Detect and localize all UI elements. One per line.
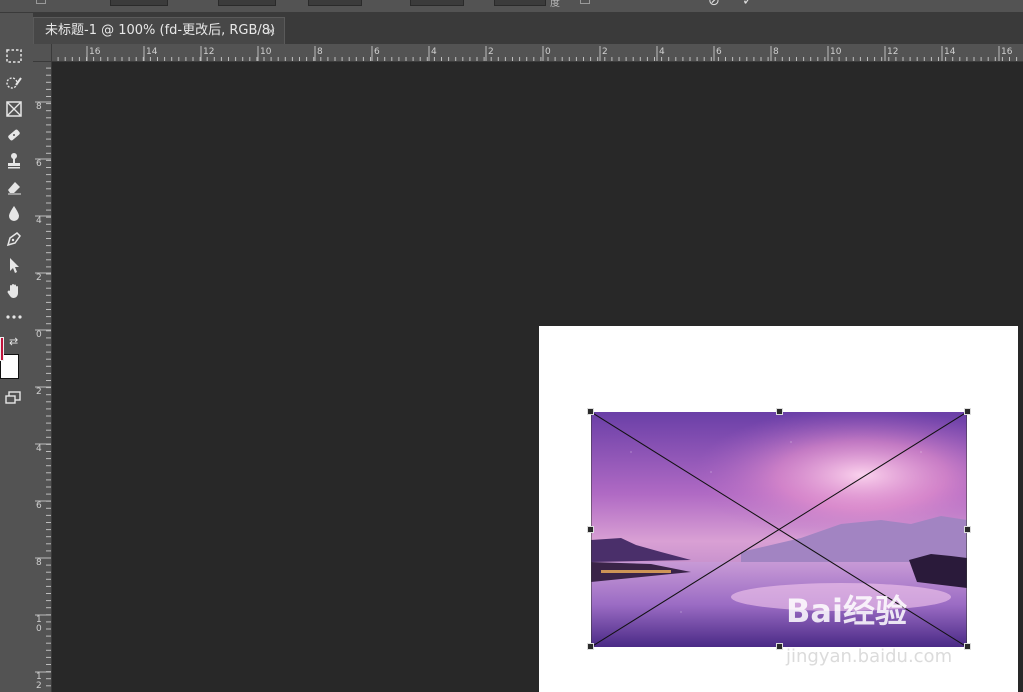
ruler-label: 4 xyxy=(431,47,437,57)
frame-icon[interactable] xyxy=(2,98,26,120)
ruler-label: 14 xyxy=(944,47,956,57)
transform-handle-top-left[interactable] xyxy=(587,408,594,415)
height-field[interactable] xyxy=(410,0,464,6)
ruler-label: 8 xyxy=(36,102,42,112)
transform-handle-right[interactable] xyxy=(964,526,971,533)
ruler-label: 12 xyxy=(36,672,42,691)
tools-panel: ⇄ xyxy=(0,13,34,692)
pen-icon[interactable] xyxy=(2,228,26,250)
transform-handle-top[interactable] xyxy=(776,408,783,415)
ruler-label: 6 xyxy=(36,501,42,511)
horizontal-ruler[interactable] xyxy=(51,44,1023,62)
watermark-logo: Bai经验 xyxy=(786,592,907,630)
ruler-label: 10 xyxy=(36,615,42,634)
path-select-icon[interactable] xyxy=(2,254,26,276)
ruler-label: 8 xyxy=(773,47,779,57)
ruler-label: 16 xyxy=(89,47,101,57)
rect-marquee-icon[interactable] xyxy=(2,45,26,67)
commit-transform-icon[interactable]: ✓ xyxy=(742,0,754,8)
transform-handle-bottom[interactable] xyxy=(776,643,783,650)
ruler-label: 4 xyxy=(36,216,42,226)
rotate-field[interactable] xyxy=(494,0,546,6)
healing-brush-icon[interactable] xyxy=(2,124,26,146)
options-bar: 度 ⌒ ⊘ ✓ xyxy=(0,0,1023,13)
quick-select-icon[interactable] xyxy=(2,72,26,94)
foreground-color-swatch[interactable] xyxy=(0,337,4,361)
ruler-label: 6 xyxy=(374,47,380,57)
x-field[interactable] xyxy=(110,0,168,6)
ruler-label: 16 xyxy=(1001,47,1013,57)
option-checkbox[interactable] xyxy=(36,0,46,4)
document-tab[interactable]: 未标题-1 @ 100% (fd-更改后, RGB/8) * × xyxy=(33,17,285,64)
y-field[interactable] xyxy=(218,0,276,6)
ruler-label: 8 xyxy=(317,47,323,57)
ruler-label: 2 xyxy=(36,273,42,283)
width-field[interactable] xyxy=(308,0,362,6)
ruler-origin[interactable] xyxy=(33,44,52,62)
ruler-label: 0 xyxy=(545,47,551,57)
ruler-label: 6 xyxy=(36,159,42,169)
degree-label: 度 xyxy=(550,0,560,9)
ruler-label: 12 xyxy=(887,47,899,57)
transform-handle-left[interactable] xyxy=(587,526,594,533)
transform-handle-bottom-left[interactable] xyxy=(587,643,594,650)
ruler-label: 14 xyxy=(146,47,158,57)
ruler-label: 2 xyxy=(36,387,42,397)
ruler-label: 8 xyxy=(36,558,42,568)
transform-handle-top-right[interactable] xyxy=(964,408,971,415)
blur-icon[interactable] xyxy=(2,202,26,224)
ruler-label: 10 xyxy=(830,47,842,57)
clone-stamp-icon[interactable] xyxy=(2,150,26,172)
document-tab-bar: 未标题-1 @ 100% (fd-更改后, RGB/8) * × xyxy=(33,13,1023,64)
warp-icon[interactable]: ⌒ xyxy=(668,0,682,8)
cancel-transform-icon[interactable]: ⊘ xyxy=(708,0,720,8)
ruler-label: 12 xyxy=(203,47,215,57)
close-tab-icon[interactable]: × xyxy=(266,18,276,44)
eraser-icon[interactable] xyxy=(2,176,26,198)
watermark-url: jingyan.baidu.com xyxy=(786,646,953,667)
placed-photo[interactable] xyxy=(591,412,967,647)
screen-mode-icon[interactable] xyxy=(4,390,22,410)
ruler-label: 2 xyxy=(602,47,608,57)
ruler-label: 10 xyxy=(260,47,272,57)
transform-handle-bottom-right[interactable] xyxy=(964,643,971,650)
ruler-label: 4 xyxy=(659,47,665,57)
vertical-ruler[interactable] xyxy=(33,44,52,692)
ruler-label: 4 xyxy=(36,444,42,454)
swap-colors-icon[interactable]: ⇄ xyxy=(9,335,18,348)
hand-icon[interactable] xyxy=(2,280,26,302)
more-tools-icon[interactable] xyxy=(2,306,26,328)
ruler-label: 2 xyxy=(488,47,494,57)
interpolation-checkbox[interactable] xyxy=(580,0,590,4)
ruler-label: 0 xyxy=(36,330,42,340)
ruler-label: 6 xyxy=(716,47,722,57)
